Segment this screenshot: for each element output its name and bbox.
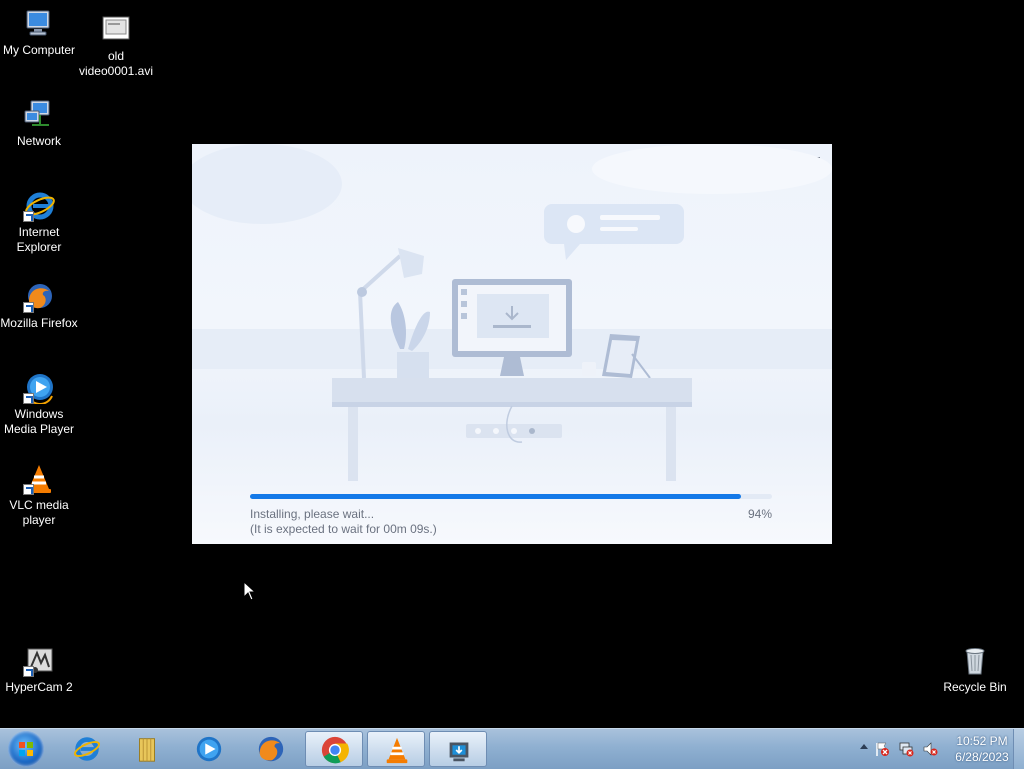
chrome-icon	[321, 736, 349, 764]
video-file-icon	[100, 14, 132, 46]
folder-icon	[139, 738, 155, 762]
ie-icon	[23, 190, 55, 222]
installer-window: —	[192, 144, 832, 544]
installer-icon	[449, 742, 469, 762]
desktop-icon-network[interactable]: Network	[0, 99, 78, 149]
shortcut-arrow-icon	[23, 484, 34, 495]
install-status: Installing, please wait... (It is expect…	[250, 507, 437, 537]
vlc-icon	[23, 463, 55, 495]
desktop-icon-label: Recycle Bin	[943, 680, 1007, 694]
show-hidden-icons-button[interactable]	[860, 744, 868, 749]
taskbar-explorer[interactable]	[118, 731, 176, 767]
hypercam-icon	[23, 645, 55, 677]
desktop-icon-label: Internet Explorer	[16, 225, 62, 254]
taskbar-installer[interactable]	[429, 731, 487, 767]
desktop-icon-label: HyperCam 2	[5, 680, 73, 694]
taskbar-chrome[interactable]	[305, 731, 363, 767]
firefox-icon	[23, 281, 55, 313]
media-player-icon	[196, 736, 222, 762]
mouse-cursor-icon	[243, 581, 257, 601]
shortcut-arrow-icon	[23, 666, 34, 677]
shortcut-arrow-icon	[23, 393, 34, 404]
taskbar-clock[interactable]: 10:52 PM 6/28/2023	[950, 733, 1014, 765]
network-tray-icon[interactable]	[898, 741, 914, 757]
desktop-icon-video-file[interactable]: old video0001.avi	[77, 14, 155, 79]
clock-date: 6/28/2023	[955, 750, 1009, 764]
volume-muted-icon[interactable]	[922, 741, 938, 757]
shortcut-arrow-icon	[23, 211, 34, 222]
taskbar-ie[interactable]	[58, 731, 116, 767]
clock-time: 10:52 PM	[956, 734, 1008, 748]
desktop-icon-internet-explorer[interactable]: Internet Explorer	[0, 190, 78, 255]
desktop-icon-label: Network	[16, 134, 61, 148]
action-center-flag-icon[interactable]	[874, 741, 890, 757]
install-progress-bar	[250, 494, 772, 499]
desktop-icon-my-computer[interactable]: My Computer	[0, 8, 78, 58]
desktop-icon-firefox[interactable]: Mozilla Firefox	[0, 281, 78, 331]
taskbar: 10:52 PM 6/28/2023	[0, 728, 1024, 769]
desktop-icon-hypercam[interactable]: HyperCam 2	[0, 645, 78, 695]
desktop-icon-label: Mozilla Firefox	[0, 316, 78, 330]
network-icon	[23, 99, 55, 131]
desktop-icon-recycle-bin[interactable]: Recycle Bin	[936, 645, 1014, 695]
install-eta-line: (It is expected to wait for 00m 09s.)	[250, 522, 437, 536]
taskbar-firefox[interactable]	[242, 731, 300, 767]
computer-icon	[23, 8, 55, 40]
firefox-icon	[258, 736, 284, 762]
desktop-icon-label: My Computer	[2, 43, 76, 57]
desktop-icon-label: VLC media player	[9, 498, 69, 527]
taskbar-media-player[interactable]	[180, 731, 238, 767]
system-tray: 10:52 PM 6/28/2023	[834, 729, 1024, 769]
desktop-icon-label: Windows Media Player	[3, 407, 75, 436]
shortcut-arrow-icon	[23, 302, 34, 313]
vlc-icon	[386, 737, 408, 764]
ie-icon	[74, 737, 100, 761]
desktop-icon-label: old video0001.avi	[78, 49, 154, 78]
show-desktop-button[interactable]	[1013, 729, 1024, 769]
install-progress-fill	[250, 494, 741, 499]
taskbar-vlc[interactable]	[367, 731, 425, 767]
windows-logo-icon	[19, 742, 33, 756]
installer-illustration	[192, 144, 832, 481]
start-button[interactable]	[8, 731, 44, 767]
media-player-icon	[23, 372, 55, 405]
install-percent: 94%	[747, 507, 772, 521]
desktop-icon-vlc[interactable]: VLC media player	[0, 463, 78, 528]
install-status-line: Installing, please wait...	[250, 507, 375, 521]
recycle-bin-icon	[959, 645, 991, 677]
desktop-icon-windows-media-player[interactable]: Windows Media Player	[0, 372, 78, 437]
